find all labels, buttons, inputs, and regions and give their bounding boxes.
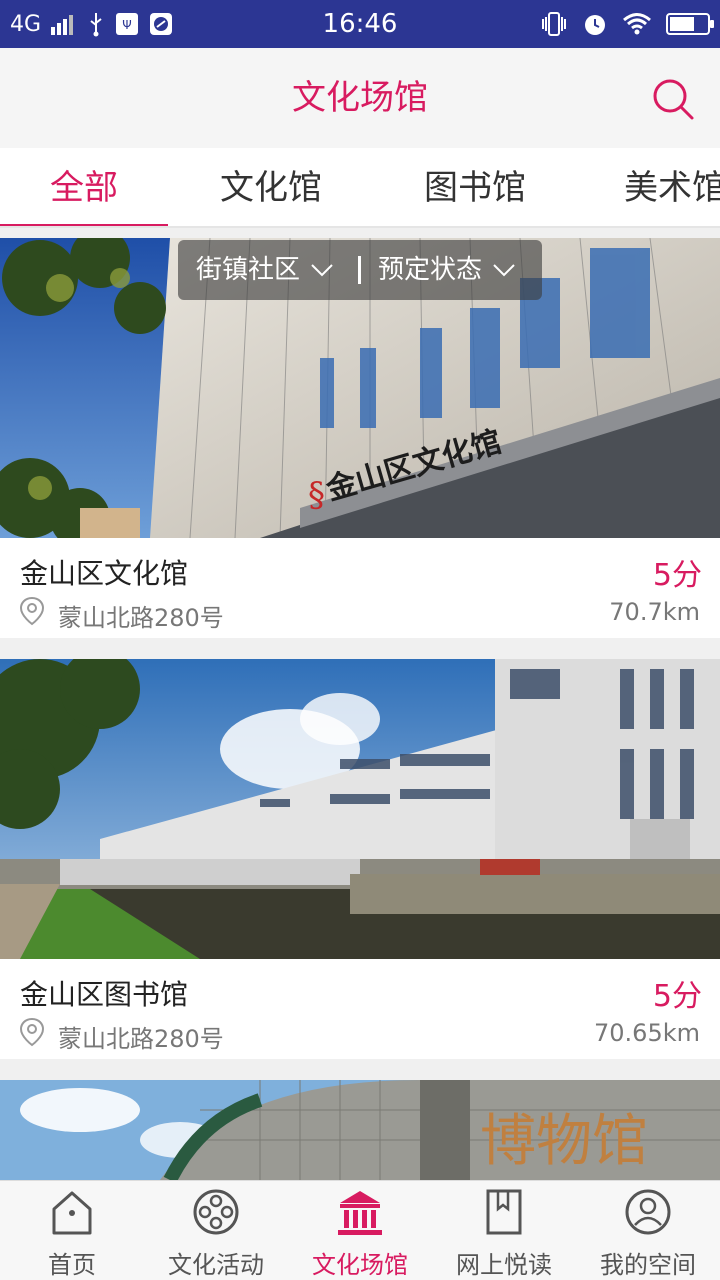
filter-label: 街镇社区	[196, 255, 301, 285]
venue-info: 金山区文化馆 5分 蒙山北路280号 70.7km	[0, 538, 720, 638]
nav-cultural-activities[interactable]: 文化活动	[144, 1181, 288, 1280]
venue-distance: 70.7km	[609, 598, 700, 626]
nav-label: 首页	[48, 1251, 96, 1279]
venue-name: 金山区图书馆	[20, 978, 189, 1011]
nav-label: 文化活动	[168, 1251, 264, 1279]
venue-distance: 70.65km	[594, 1019, 700, 1047]
tab-art-museum[interactable]: 美术馆	[594, 148, 720, 226]
user-icon	[625, 1189, 671, 1235]
category-tabs: 全部 文化馆 图书馆 美术馆	[0, 148, 720, 228]
filter-bar: 街镇社区 预定状态	[178, 240, 542, 300]
tab-library[interactable]: 图书馆	[390, 148, 560, 226]
venue-info: 金山区图书馆 5分 蒙山北路280号 70.65km	[0, 959, 720, 1059]
filter-label: 预定状态	[378, 255, 483, 285]
venue-score: 5分	[652, 979, 702, 1014]
tab-cultural-center[interactable]: 文化馆	[186, 148, 356, 226]
venue-photo	[0, 659, 720, 959]
nav-label: 我的空间	[600, 1251, 696, 1279]
wifi-icon	[623, 13, 651, 35]
location-pin-icon	[19, 596, 45, 626]
nav-label: 文化场馆	[312, 1251, 408, 1279]
filter-street-community[interactable]: 街镇社区	[196, 240, 334, 300]
venue-address: 蒙山北路280号	[58, 604, 224, 632]
nav-label: 网上悦读	[456, 1251, 552, 1279]
filter-divider	[358, 256, 361, 284]
bottom-nav: 首页 文化活动 文化场馆 网上悦读 我的空间	[0, 1180, 720, 1280]
status-right	[540, 0, 714, 48]
nav-cultural-venues[interactable]: 文化场馆	[288, 1181, 432, 1280]
search-icon[interactable]	[650, 76, 696, 122]
alarm-icon	[585, 15, 605, 35]
status-bar: 4G Ψ 16:46	[0, 0, 720, 48]
page-title: 文化场馆	[292, 78, 428, 118]
nav-online-reading[interactable]: 网上悦读	[432, 1181, 576, 1280]
vibrate-icon	[542, 12, 566, 36]
chevron-down-icon	[493, 264, 515, 277]
venue-card[interactable]: 博物馆	[0, 1080, 720, 1180]
chevron-down-icon	[311, 264, 333, 277]
museum-icon	[338, 1191, 382, 1235]
tab-underline	[0, 224, 168, 226]
nav-home[interactable]: 首页	[0, 1181, 144, 1280]
svg-text:§: §	[308, 475, 325, 515]
location-pin-icon	[19, 1017, 45, 1047]
venue-score: 5分	[652, 558, 702, 593]
building-sign: 博物馆	[480, 1109, 648, 1174]
nav-my-space[interactable]: 我的空间	[576, 1181, 720, 1280]
battery-icon	[666, 13, 714, 35]
venue-address: 蒙山北路280号	[58, 1025, 224, 1053]
filter-booking-status[interactable]: 预定状态	[378, 240, 516, 300]
film-reel-icon	[193, 1189, 239, 1235]
app-header: 文化场馆	[0, 48, 720, 148]
home-icon	[52, 1191, 92, 1235]
book-icon	[486, 1189, 522, 1235]
venue-name: 金山区文化馆	[20, 557, 189, 590]
venue-card[interactable]: 金山区图书馆 5分 蒙山北路280号 70.65km	[0, 659, 720, 1059]
tab-all[interactable]: 全部	[0, 148, 168, 226]
venue-photo: 博物馆	[0, 1080, 720, 1180]
